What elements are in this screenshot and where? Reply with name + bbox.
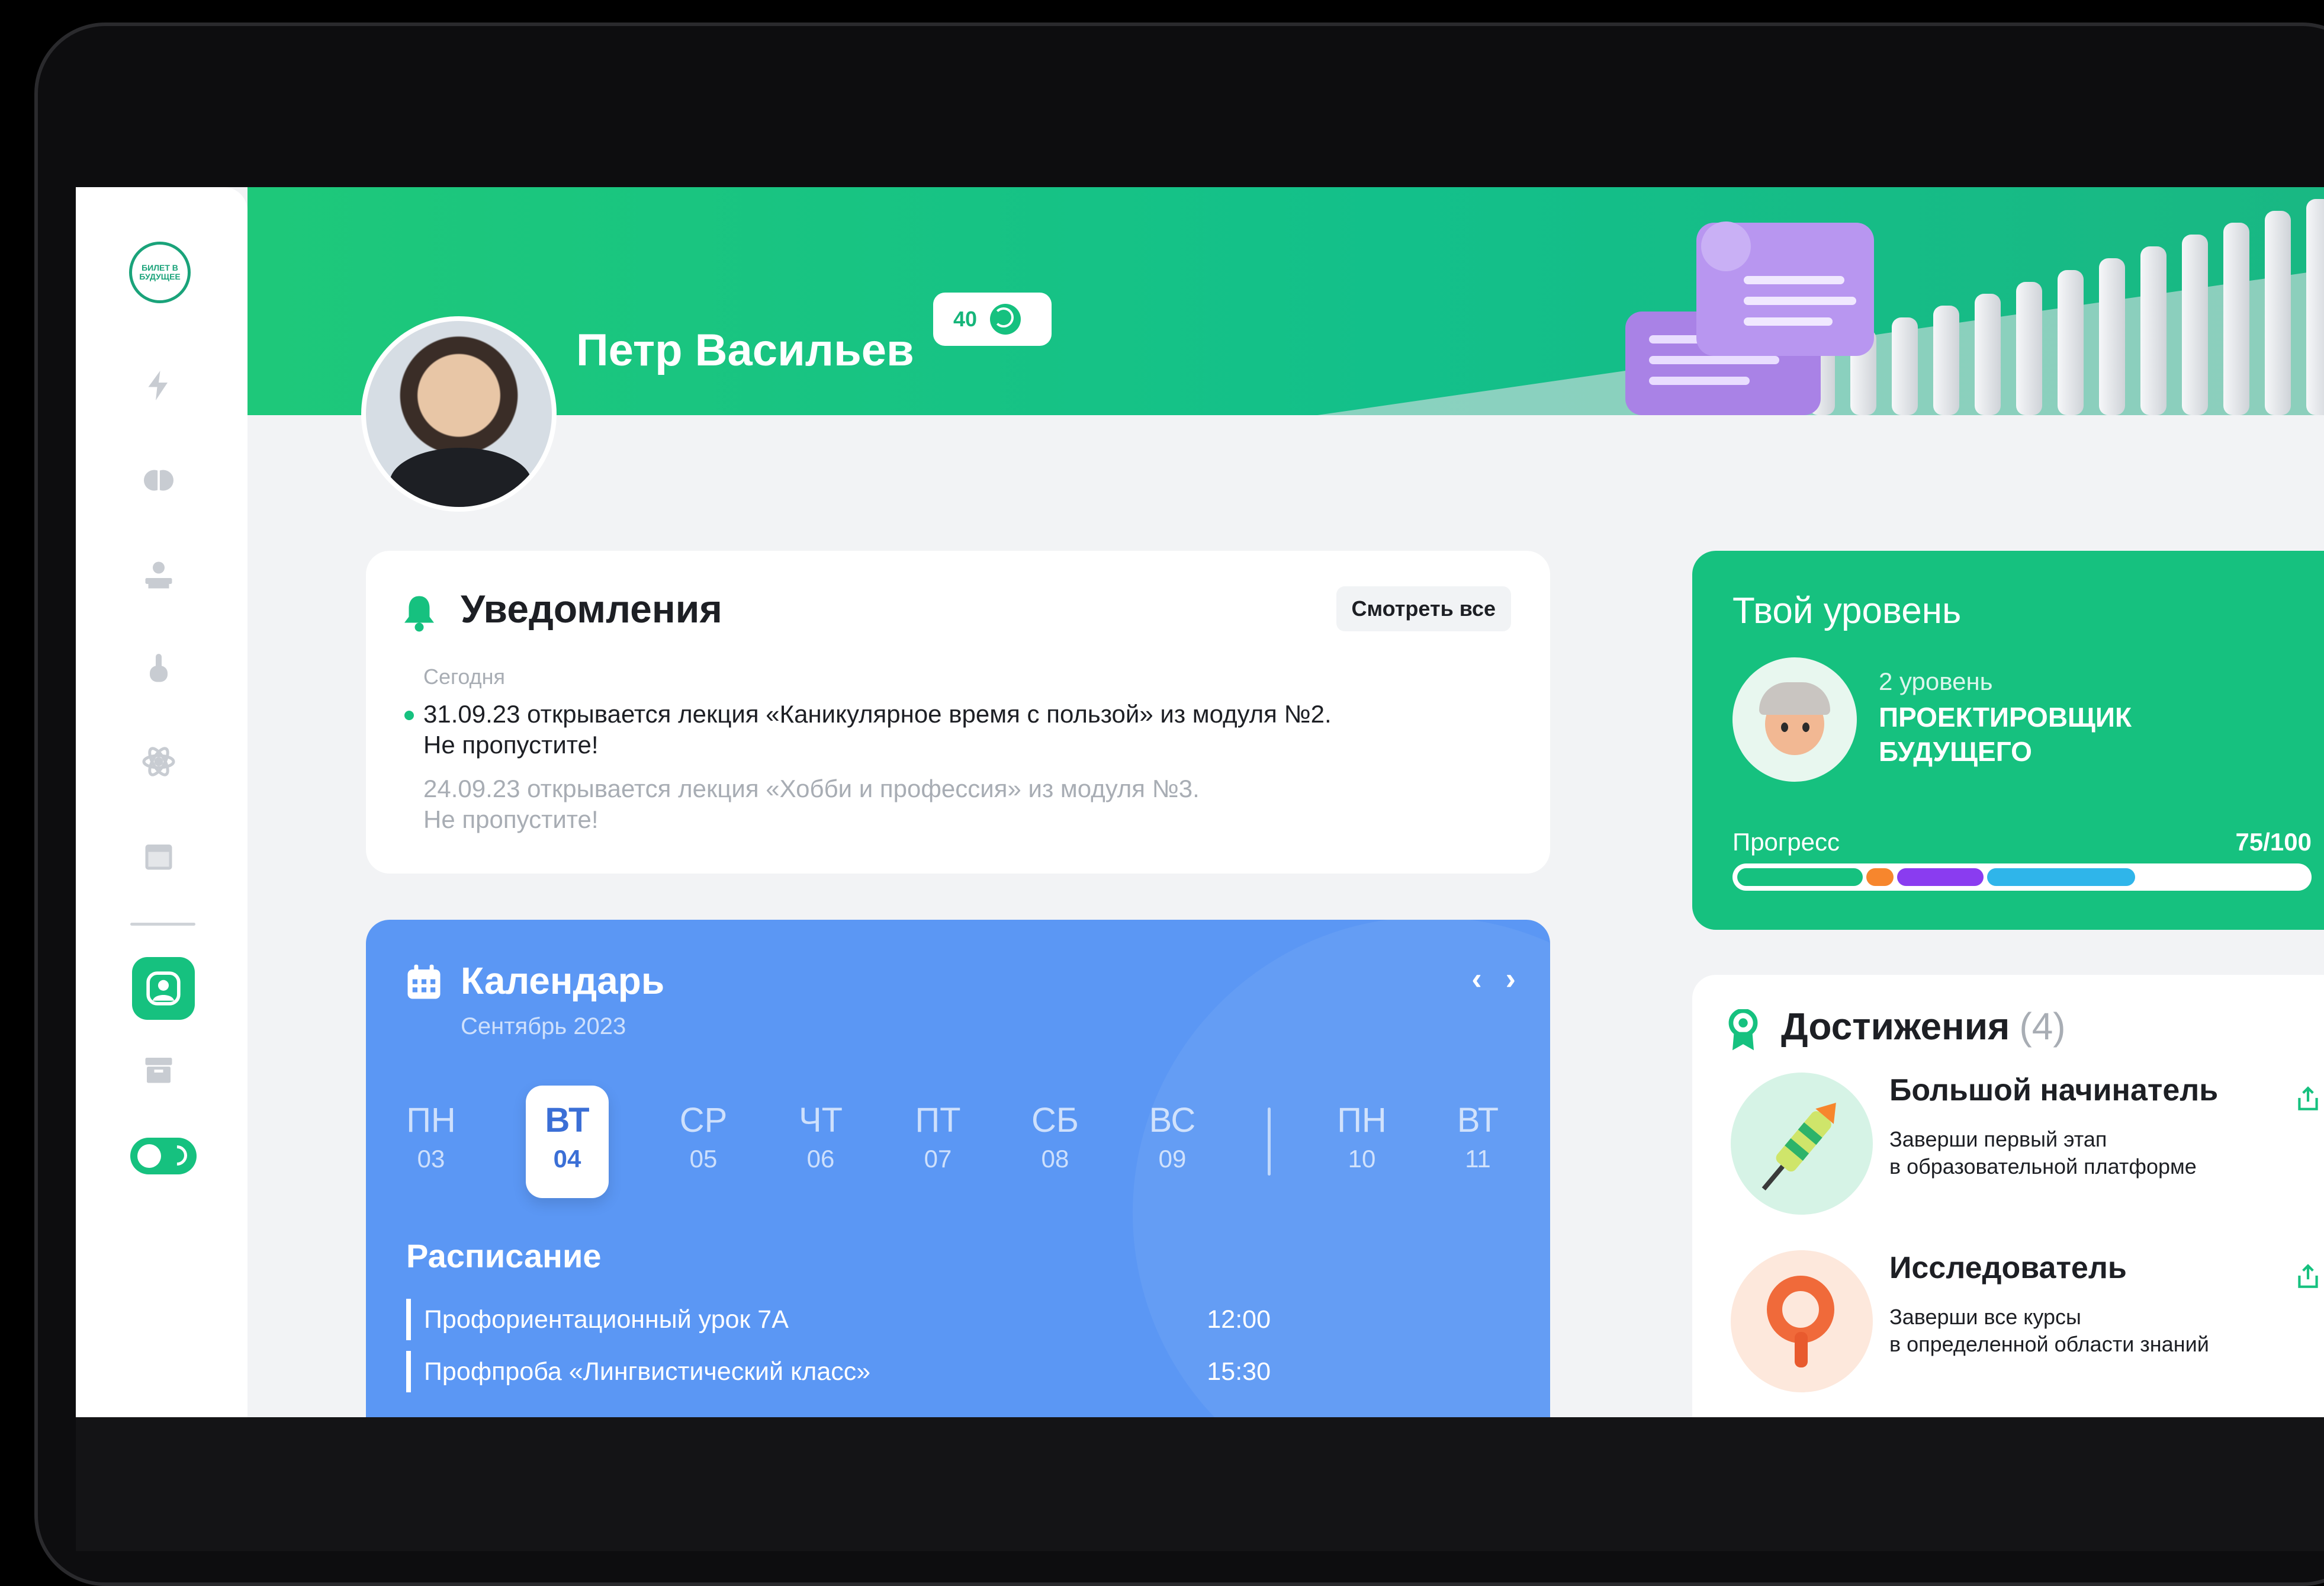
achievement-item[interactable]: Исследователь Заверши все курсы в определ… xyxy=(1731,1250,2323,1392)
stacked-cards xyxy=(1317,199,2324,415)
notification-text: Не пропустите! xyxy=(423,731,599,759)
next-week-button[interactable]: › xyxy=(1506,961,1516,997)
achievement-name: Исследователь xyxy=(1889,1251,2127,1285)
user-photo xyxy=(366,321,552,507)
schedule-item[interactable]: Профпроба «Лингвистический класс» 15:30 xyxy=(406,1351,1271,1392)
calendar-day[interactable]: ВТ 11 xyxy=(1436,1086,1519,1198)
achievement-item[interactable]: Большой начинатель Заверши первый этап в … xyxy=(1731,1073,2323,1215)
notifications-card: Уведомления Смотреть все Сегодня 31.09.2… xyxy=(366,551,1550,874)
calendar-day[interactable]: СР 05 xyxy=(662,1086,745,1198)
calendar-day[interactable]: ВС 09 xyxy=(1131,1086,1214,1198)
progress-segment-purple xyxy=(1897,868,1984,886)
magnifier-icon xyxy=(1731,1250,1873,1392)
achievement-desc: Заверши все курсы в определенной области … xyxy=(1889,1305,2209,1356)
calendar-title: Календарь xyxy=(461,959,665,1002)
logo[interactable]: БИЛЕТ В БУДУЩЕЕ xyxy=(129,242,191,303)
calendar-day[interactable]: ПН 10 xyxy=(1320,1086,1403,1198)
archive-icon[interactable] xyxy=(138,1049,179,1090)
notification-text: 31.09.23 открывается лекция «Каникулярно… xyxy=(423,700,1332,728)
schedule-item[interactable]: Профориентационный урок 7А 12:00 xyxy=(406,1299,1271,1340)
header-decoration xyxy=(1317,199,2324,415)
medal-icon xyxy=(1728,1009,1758,1051)
progress-segment-orange xyxy=(1866,868,1894,886)
schedule-title: Расписание xyxy=(406,1237,602,1274)
calendar-day[interactable]: ЧТ 06 xyxy=(779,1086,862,1198)
lightning-icon[interactable] xyxy=(138,365,179,406)
notification-text: 24.09.23 открывается лекция «Хобби и про… xyxy=(423,775,1200,802)
user-avatar[interactable] xyxy=(361,316,557,512)
calendar-icon[interactable] xyxy=(138,836,179,877)
achievement-name: Большой начинатель xyxy=(1889,1073,2219,1107)
schedule-item-time: 12:00 xyxy=(1207,1305,1271,1334)
level-name: ПРОЕКТИРОВЩИК БУДУЩЕГО xyxy=(1879,702,2132,767)
level-title: Твой уровень xyxy=(1732,590,1962,631)
prev-week-button[interactable]: ‹ xyxy=(1471,961,1481,997)
share-icon[interactable] xyxy=(2293,1084,2323,1114)
theme-toggle[interactable] xyxy=(130,1138,197,1174)
week-separator xyxy=(1268,1107,1271,1176)
progress-bar xyxy=(1732,863,2312,891)
sidebar: БИЛЕТ В БУДУЩЕЕ xyxy=(76,187,247,1417)
notifications-title: Уведомления xyxy=(461,587,722,631)
schedule-item-title: Профориентационный урок 7А xyxy=(424,1305,789,1334)
profile-icon[interactable] xyxy=(132,957,195,1020)
brain-icon[interactable] xyxy=(138,460,179,501)
coins-badge[interactable]: 40 xyxy=(933,293,1052,346)
achievements-title: Достижения (4) xyxy=(1781,1005,2066,1048)
app-screen: Петр Васильев 40 БИЛЕТ В БУДУЩЕЕ Уведомл… xyxy=(76,187,2324,1417)
schedule-item-title: Профпроба «Лингвистический класс» xyxy=(424,1357,871,1386)
schedule-item-time: 15:30 xyxy=(1207,1357,1271,1386)
level-number: 2 уровень xyxy=(1879,667,1993,695)
hand-icon[interactable] xyxy=(138,648,179,689)
see-all-button[interactable]: Смотреть все xyxy=(1336,586,1511,631)
calendar-day[interactable]: ПТ 07 xyxy=(896,1086,979,1198)
calendar-icon xyxy=(407,964,441,999)
calendar-month: Сентябрь 2023 xyxy=(461,1013,626,1039)
unread-dot xyxy=(404,711,414,720)
level-avatar xyxy=(1732,657,1857,782)
rocket-icon xyxy=(1731,1073,1873,1215)
progress-segment-blue xyxy=(1987,868,2135,886)
progress-value: 75/100 xyxy=(2235,828,2312,856)
notification-text: Не пропустите! xyxy=(423,805,599,833)
user-name: Петр Васильев xyxy=(576,325,914,375)
progress-segment-green xyxy=(1737,868,1863,886)
calendar-day[interactable]: СБ 08 xyxy=(1014,1086,1097,1198)
bell-icon xyxy=(404,596,434,632)
coin-icon xyxy=(990,304,1021,335)
notification-item[interactable]: 31.09.23 открывается лекция «Каникулярно… xyxy=(423,699,1501,760)
share-icon[interactable] xyxy=(2293,1262,2323,1292)
pupil-icon[interactable] xyxy=(138,554,179,596)
notification-item[interactable]: 24.09.23 открывается лекция «Хобби и про… xyxy=(423,773,1501,835)
achievement-desc: Заверши первый этап в образовательной пла… xyxy=(1889,1127,2197,1179)
achievements-count: (4) xyxy=(2019,1005,2066,1048)
today-label: Сегодня xyxy=(423,664,505,689)
achievements-card: Достижения (4) Большой начинатель Заверши… xyxy=(1692,975,2324,1417)
calendar-day-selected[interactable]: ВТ 04 xyxy=(526,1086,609,1198)
calendar-day[interactable]: ПН 03 xyxy=(390,1086,472,1198)
coins-count: 40 xyxy=(953,307,978,331)
calendar-card: Календарь Сентябрь 2023 ‹ › ПН 03 ВТ 04 СР… xyxy=(366,920,1550,1417)
sidebar-divider xyxy=(130,923,195,926)
atom-icon[interactable] xyxy=(138,741,179,782)
level-card: Твой уровень 2 уровень ПРОЕКТИРОВЩИК БУД… xyxy=(1692,551,2324,930)
progress-label: Прогресс xyxy=(1732,828,1840,856)
profile-header xyxy=(247,187,2324,415)
laptop-bottom-bezel xyxy=(76,1417,2324,1551)
